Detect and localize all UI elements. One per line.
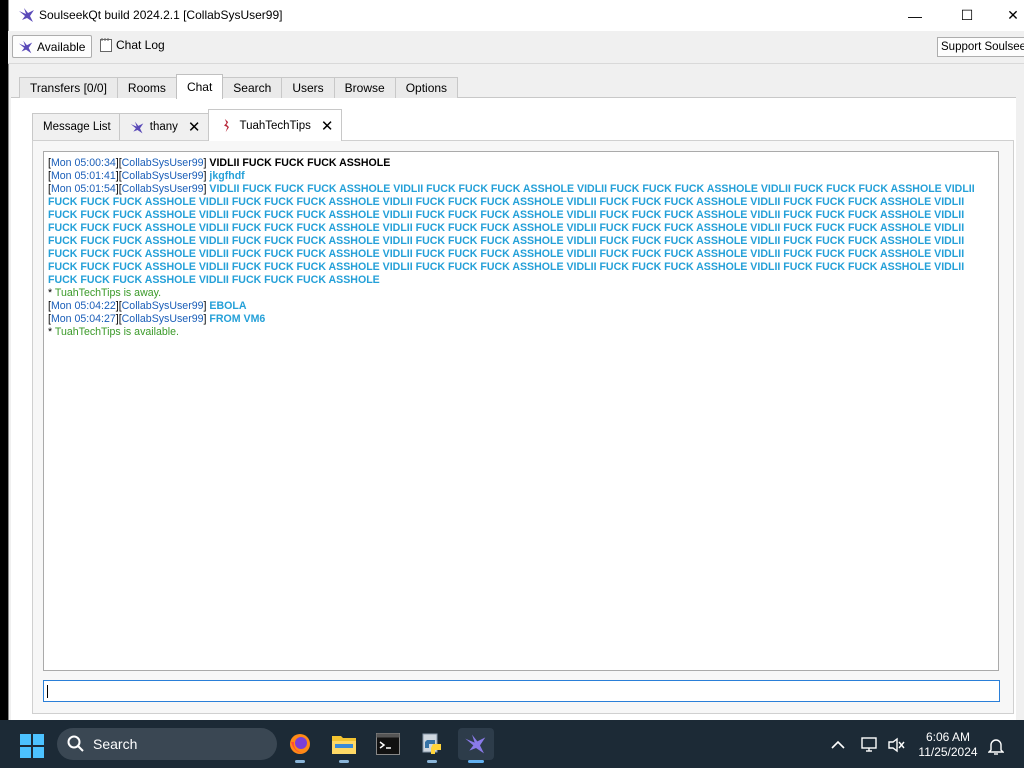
chat-line: [Mon 05:01:54][CollabSysUser99] VIDLII F…: [48, 183, 975, 286]
notification-bell-icon[interactable]: [987, 737, 1005, 758]
running-indicator: [339, 760, 349, 763]
taskbar-file-explorer[interactable]: [326, 728, 362, 763]
taskbar-soulseek[interactable]: [458, 728, 494, 763]
firefox-icon: [290, 734, 310, 754]
folder-icon: [332, 736, 356, 754]
status-line: * TuahTechTips is away.: [48, 287, 162, 299]
chat-line: [Mon 05:04:22][CollabSysUser99] EBOLA: [48, 300, 247, 312]
python-setup-icon: [422, 733, 441, 754]
taskbar-python[interactable]: [414, 728, 450, 763]
soulseek-bird-icon: [18, 40, 33, 53]
search-icon: [67, 735, 84, 752]
available-label: Available: [37, 39, 86, 54]
message-text: VIDLII FUCK FUCK FUCK ASSHOLE VIDLII FUC…: [48, 183, 975, 286]
toolbar: Available Chat Log Support Soulseek: [8, 31, 1024, 63]
timestamp: Mon 05:01:41: [50, 170, 116, 182]
clock-date: 11/25/2024: [918, 745, 978, 759]
title-bar[interactable]: SoulseekQt build 2024.2.1 [CollabSysUser…: [9, 0, 1024, 31]
chat-log-label: Chat Log: [116, 38, 165, 52]
maximize-button[interactable]: ☐: [944, 0, 990, 31]
subtab-label: TuahTechTips: [239, 119, 311, 132]
subtab-tuahtechtips[interactable]: TuahTechTips ✕: [208, 109, 343, 141]
taskbar-firefox[interactable]: [282, 728, 318, 763]
timestamp: Mon 05:04:22: [50, 300, 116, 312]
tab-search[interactable]: Search: [222, 77, 283, 98]
soulseek-bird-icon: [465, 734, 486, 754]
tab-chat[interactable]: Chat: [175, 74, 224, 99]
notepad-icon: [100, 38, 112, 52]
close-tab-icon[interactable]: ✕: [188, 118, 201, 136]
soulseek-bird-icon: [19, 8, 34, 22]
subtab-message-list[interactable]: Message List: [32, 113, 120, 140]
minimize-button[interactable]: —: [892, 0, 938, 31]
tab-transfers[interactable]: Transfers [0/0]: [19, 77, 118, 98]
volume-muted-icon[interactable]: [887, 737, 905, 756]
running-indicator: [468, 760, 484, 763]
terminal-icon: [376, 733, 400, 755]
taskbar-clock[interactable]: 6:06 AM 11/25/2024: [918, 730, 978, 760]
running-indicator: [295, 760, 305, 763]
chevron-up-icon[interactable]: [831, 737, 845, 753]
message-text: FROM VM6: [209, 313, 266, 325]
text-caret: [47, 685, 48, 698]
chat-sub-tab-bar: Message List thany ✕ TuahTechTips ✕: [32, 109, 343, 141]
tab-browse[interactable]: Browse: [333, 77, 396, 98]
subtab-label: thany: [149, 121, 178, 133]
status-text: TuahTechTips is away.: [54, 287, 162, 299]
taskbar-terminal[interactable]: [370, 728, 406, 760]
running-indicator: [427, 760, 437, 763]
status-text: TuahTechTips is available.: [54, 326, 179, 338]
tab-options[interactable]: Options: [394, 77, 459, 98]
timestamp: Mon 05:01:54: [50, 183, 116, 195]
chat-line: [Mon 05:04:27][CollabSysUser99] FROM VM6: [48, 313, 266, 325]
username[interactable]: CollabSysUser99: [122, 183, 204, 195]
username[interactable]: CollabSysUser99: [122, 313, 204, 325]
window-title: SoulseekQt build 2024.2.1 [CollabSysUser…: [39, 8, 283, 22]
toolbar-separator: [8, 63, 1024, 64]
main-tab-bar: Transfers [0/0] Rooms Chat Search Users …: [19, 74, 459, 99]
timestamp: Mon 05:04:27: [50, 313, 116, 325]
username[interactable]: CollabSysUser99: [122, 157, 204, 169]
message-text: VIDLII FUCK FUCK FUCK ASSHOLE: [209, 157, 391, 169]
user-away-bird-icon: [224, 118, 230, 133]
chat-line: [Mon 05:00:34][CollabSysUser99] VIDLII F…: [48, 157, 391, 169]
tab-users[interactable]: Users: [281, 77, 335, 98]
network-icon[interactable]: [861, 737, 879, 756]
message-text: EBOLA: [209, 300, 247, 312]
subtab-label: Message List: [43, 121, 111, 133]
username[interactable]: CollabSysUser99: [122, 170, 204, 182]
chat-log-button[interactable]: Chat Log: [100, 38, 165, 52]
available-status-button[interactable]: Available: [12, 35, 92, 58]
windows-start-icon[interactable]: [20, 734, 44, 758]
subtab-thany[interactable]: thany ✕: [118, 113, 210, 140]
taskbar-search-box[interactable]: Search: [57, 728, 277, 760]
status-line: * TuahTechTips is available.: [48, 326, 179, 338]
clock-time: 6:06 AM: [925, 730, 971, 744]
tab-rooms[interactable]: Rooms: [116, 77, 177, 98]
username[interactable]: CollabSysUser99: [122, 300, 204, 312]
timestamp: Mon 05:00:34: [50, 157, 116, 169]
chat-line: [Mon 05:01:41][CollabSysUser99] jkgfhdf: [48, 170, 245, 182]
close-window-button[interactable]: ✕: [990, 0, 1024, 31]
soulseek-bird-icon: [130, 121, 144, 133]
message-text: jkgfhdf: [209, 170, 245, 182]
chat-message-input[interactable]: [43, 680, 1000, 702]
chat-log-view[interactable]: [Mon 05:00:34][CollabSysUser99] VIDLII F…: [43, 151, 999, 671]
close-tab-icon[interactable]: ✕: [321, 117, 334, 135]
support-soulseek-button[interactable]: Support Soulseek: [937, 37, 1024, 57]
search-label: Search: [93, 736, 138, 752]
